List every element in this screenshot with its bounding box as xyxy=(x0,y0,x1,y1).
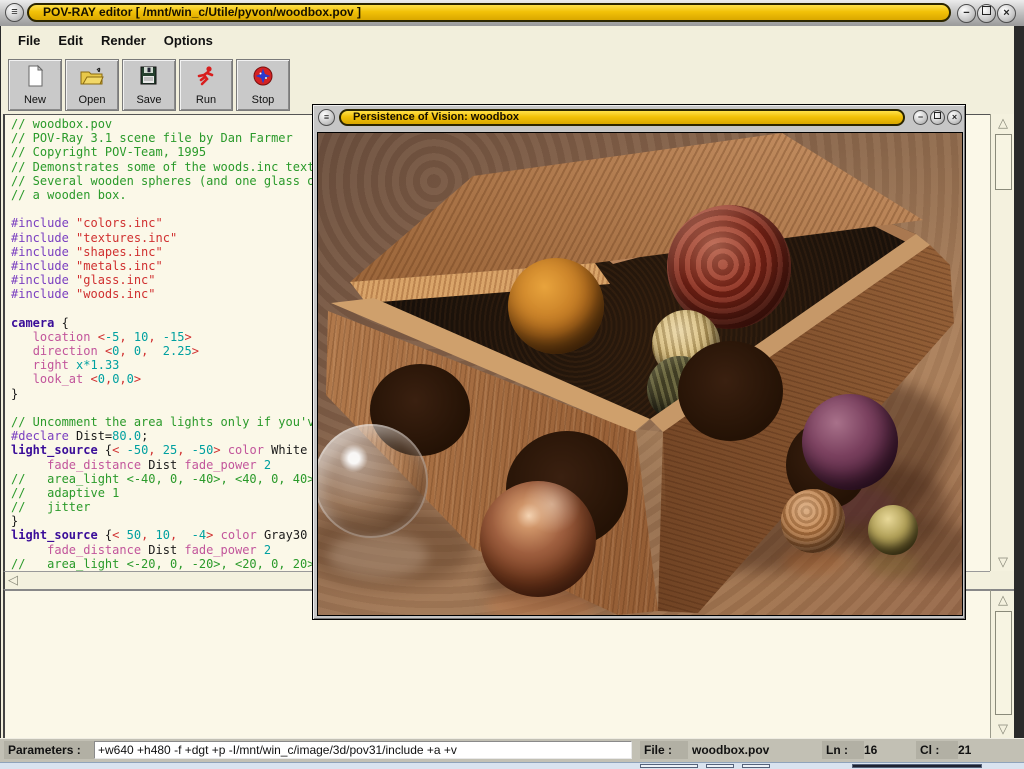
scroll-up-icon[interactable]: △ xyxy=(994,592,1012,608)
purple-wood-sphere xyxy=(802,394,898,490)
run-button[interactable]: Run xyxy=(179,59,233,111)
maximize-icon xyxy=(934,112,941,119)
amber-wood-sphere xyxy=(508,258,604,354)
menu-item-render[interactable]: Render xyxy=(101,26,146,48)
new-document-icon xyxy=(9,60,61,94)
line-label: Ln : xyxy=(822,741,864,759)
render-window[interactable]: ≡ Persistence of Vision: woodbox − × xyxy=(312,104,966,620)
menu-bar: File Edit Render Options xyxy=(0,26,1024,57)
copper-sphere xyxy=(480,481,596,597)
scroll-down-icon[interactable]: ▽ xyxy=(994,554,1012,570)
column-value: 21 xyxy=(958,741,971,759)
open-button[interactable]: Open xyxy=(65,59,119,111)
floor-reflection xyxy=(328,533,428,578)
menu-item-options[interactable]: Options xyxy=(164,26,213,48)
open-folder-icon xyxy=(66,60,118,94)
title-bar[interactable]: ≡ POV-RAY editor [ /mnt/win_c/Utile/pyvo… xyxy=(0,0,1024,28)
column-label: Cl : xyxy=(916,741,958,759)
maximize-icon xyxy=(982,6,991,15)
window-title: POV-RAY editor [ /mnt/win_c/Utile/pyvon/… xyxy=(27,3,951,22)
maximize-button[interactable] xyxy=(930,110,945,125)
render-window-title-bar[interactable]: ≡ Persistence of Vision: woodbox − × xyxy=(315,108,963,129)
scroll-down-icon[interactable]: ▽ xyxy=(994,721,1012,737)
toolbar-button-label: Open xyxy=(66,94,118,106)
scroll-up-icon[interactable]: △ xyxy=(994,115,1012,131)
taskbar-item xyxy=(852,764,982,768)
message-pane-vertical-scrollbar[interactable]: △ ▽ xyxy=(990,589,1014,738)
box-side-hole xyxy=(678,341,783,441)
scrollbar-thumb[interactable] xyxy=(995,134,1012,190)
close-button[interactable]: × xyxy=(947,110,962,125)
small-yellow-sphere xyxy=(868,505,918,555)
scrollbar-thumb[interactable] xyxy=(995,611,1012,715)
parameters-input[interactable] xyxy=(94,741,632,759)
file-value: woodbox.pov xyxy=(692,741,769,759)
oak-wood-sphere xyxy=(781,489,845,553)
new-button[interactable]: New xyxy=(8,59,62,111)
glass-sphere xyxy=(317,424,428,538)
window-menu-icon[interactable]: ≡ xyxy=(5,3,24,22)
toolbar-button-label: New xyxy=(9,94,61,106)
menu-item-file[interactable]: File xyxy=(18,26,40,48)
window-border-left xyxy=(0,26,1,738)
window-border-right xyxy=(1014,26,1024,738)
taskbar-item xyxy=(706,764,734,768)
toolbar-button-label: Stop xyxy=(237,94,289,106)
menu-item-edit[interactable]: Edit xyxy=(58,26,83,48)
status-bar: Parameters : File : woodbox.pov Ln : 16 … xyxy=(0,738,1024,763)
file-label: File : xyxy=(640,741,688,759)
minimize-button[interactable]: − xyxy=(913,110,928,125)
render-window-title: Persistence of Vision: woodbox xyxy=(339,109,905,126)
run-icon xyxy=(180,60,232,94)
scroll-left-icon[interactable]: ◁ xyxy=(5,572,21,588)
taskbar-item xyxy=(640,764,698,768)
window-menu-icon[interactable]: ≡ xyxy=(318,109,335,126)
stop-button[interactable]: Stop xyxy=(236,59,290,111)
line-value: 16 xyxy=(864,741,877,759)
toolbar-button-label: Save xyxy=(123,94,175,106)
close-button[interactable]: × xyxy=(997,4,1016,23)
pov-ray-editor-app: { "window": { "title": "POV-RAY editor [… xyxy=(0,0,1024,768)
taskbar-item xyxy=(742,764,770,768)
floor-reflection xyxy=(868,553,918,575)
editor-vertical-scrollbar[interactable]: △ ▽ xyxy=(990,114,1014,571)
stop-icon xyxy=(237,60,289,94)
save-floppy-icon xyxy=(123,60,175,94)
render-image xyxy=(317,132,963,616)
save-button[interactable]: Save xyxy=(122,59,176,111)
maximize-button[interactable] xyxy=(977,4,996,23)
toolbar-button-label: Run xyxy=(180,94,232,106)
minimize-button[interactable]: − xyxy=(957,4,976,23)
parameters-label: Parameters : xyxy=(4,741,96,759)
